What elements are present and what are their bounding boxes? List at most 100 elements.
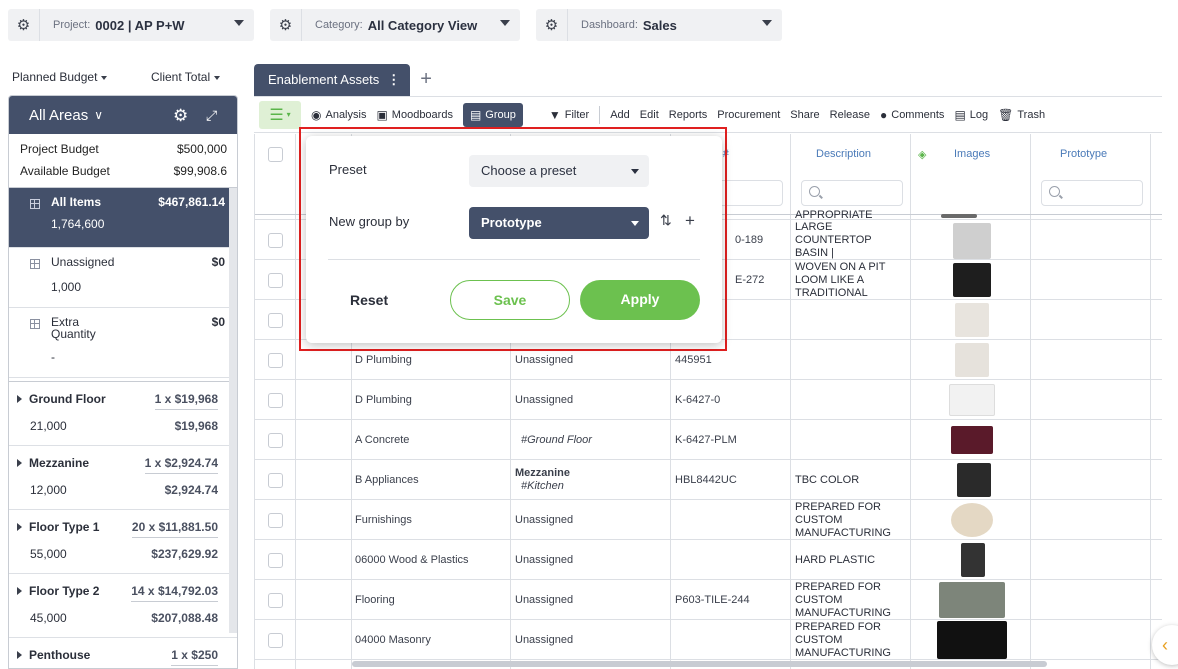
- tab-enablement-assets[interactable]: Enablement Assets ⋮: [254, 64, 411, 96]
- filter-button[interactable]: ▼ Filter: [549, 108, 589, 122]
- client-total-dropdown[interactable]: Client Total: [151, 70, 221, 84]
- apply-button[interactable]: Apply: [580, 280, 700, 320]
- prototype-search-input[interactable]: [1041, 180, 1143, 206]
- save-button[interactable]: Save: [450, 280, 570, 320]
- reset-button[interactable]: Reset: [350, 292, 388, 308]
- area-item-extra-quantity[interactable]: Extra Quantity $0 -: [9, 308, 237, 378]
- preset-dropdown[interactable]: Choose a preset: [469, 155, 649, 187]
- moodboards-button[interactable]: ▣ Moodboards: [376, 108, 453, 122]
- row-model: HBL8442UC: [675, 474, 737, 486]
- gear-icon[interactable]: ⚙: [270, 9, 302, 41]
- product-image[interactable]: [951, 503, 993, 537]
- row-checkbox[interactable]: [268, 273, 283, 288]
- areas-title: All Areas: [29, 106, 89, 124]
- share-button[interactable]: Share: [790, 109, 819, 121]
- more-icon[interactable]: ⋮: [387, 64, 400, 96]
- expand-icon[interactable]: ⤢: [206, 107, 217, 124]
- areas-header[interactable]: All Areas ∨ ⚙ ⤢: [9, 96, 237, 134]
- row-checkbox[interactable]: [268, 633, 283, 648]
- description-search-input[interactable]: [801, 180, 903, 206]
- dashboard-label: Dashboard:: [581, 19, 638, 31]
- hamburger-icon: ☰: [269, 106, 284, 124]
- product-image[interactable]: [953, 223, 991, 259]
- product-image[interactable]: [937, 621, 1007, 659]
- project-selector[interactable]: ⚙ Project: 0002 | AP P+W: [8, 9, 254, 41]
- procurement-button[interactable]: Procurement: [717, 109, 780, 121]
- row-checkbox[interactable]: [268, 433, 283, 448]
- header-prototype[interactable]: Prototype: [1060, 148, 1107, 160]
- add-tab-icon[interactable]: +: [420, 64, 432, 96]
- log-button[interactable]: ▤ Log: [954, 108, 988, 122]
- product-image[interactable]: [953, 263, 991, 297]
- floor-item[interactable]: Mezzanine 1 x $2,924.74 12,000 $2,924.74: [9, 446, 237, 510]
- product-image[interactable]: [939, 582, 1005, 618]
- planned-budget-dropdown[interactable]: Planned Budget: [12, 70, 108, 84]
- moodboards-label: Moodboards: [391, 108, 453, 121]
- row-model: K-6427-PLM: [675, 434, 737, 446]
- table-row[interactable]: 06000 Wood & Plastics Unassigned HARD PL…: [255, 540, 1162, 580]
- analysis-button[interactable]: ◉ Analysis: [311, 108, 366, 122]
- group-button[interactable]: ▤ Group: [462, 102, 523, 127]
- row-area: Unassigned: [515, 394, 574, 406]
- chevron-down-icon: [762, 20, 772, 26]
- product-image[interactable]: [957, 463, 991, 497]
- row-checkbox[interactable]: [268, 553, 283, 568]
- floor-item[interactable]: Floor Type 2 14 x $14,792.03 45,000 $207…: [9, 574, 237, 638]
- product-image[interactable]: [955, 343, 989, 377]
- floor-item[interactable]: Floor Type 1 20 x $11,881.50 55,000 $237…: [9, 510, 237, 574]
- category-selector[interactable]: ⚙ Category: All Category View: [270, 9, 520, 41]
- product-image[interactable]: [955, 303, 989, 337]
- comments-button[interactable]: ● Comments: [880, 108, 944, 122]
- reports-button[interactable]: Reports: [669, 109, 708, 121]
- gear-icon[interactable]: ⚙: [536, 9, 568, 41]
- caret-right-icon[interactable]: [17, 523, 22, 531]
- edit-button[interactable]: Edit: [640, 109, 659, 121]
- chevron-down-icon[interactable]: ∨: [94, 108, 103, 122]
- group-by-dropdown[interactable]: Prototype: [469, 207, 649, 239]
- row-checkbox[interactable]: [268, 513, 283, 528]
- table-horizontal-scrollbar[interactable]: [352, 661, 1047, 667]
- sort-icon[interactable]: ⇅: [660, 212, 672, 229]
- settings-icon[interactable]: ⚙: [173, 106, 188, 126]
- caret-right-icon[interactable]: [17, 651, 22, 659]
- product-image[interactable]: [941, 214, 977, 218]
- table-row[interactable]: A Concrete #Ground Floor K-6427-PLM: [255, 420, 1162, 460]
- trash-button[interactable]: 🗑 Trash: [998, 108, 1045, 122]
- menu-button[interactable]: ☰ ▾: [259, 100, 301, 129]
- release-button[interactable]: Release: [830, 109, 870, 121]
- floor-item[interactable]: Penthouse 1 x $250: [9, 638, 237, 668]
- area-item-unassigned[interactable]: Unassigned $0 1,000: [9, 248, 237, 308]
- row-checkbox[interactable]: [268, 353, 283, 368]
- chevron-down-icon: [101, 75, 108, 80]
- product-image[interactable]: [951, 426, 993, 454]
- table-row[interactable]: Furnishings Unassigned PREPARED FOR CUST…: [255, 500, 1162, 540]
- table-row[interactable]: D Plumbing Unassigned K-6427-0: [255, 380, 1162, 420]
- dashboard-selector[interactable]: ⚙ Dashboard: Sales: [536, 9, 782, 41]
- table-row[interactable]: B Appliances Mezzanine #Kitchen HBL8442U…: [255, 460, 1162, 500]
- product-image[interactable]: [961, 543, 985, 577]
- product-image[interactable]: [949, 384, 995, 416]
- area-item-qty: -: [51, 350, 55, 364]
- caret-right-icon[interactable]: [17, 587, 22, 595]
- select-all-checkbox[interactable]: [268, 147, 283, 162]
- sidebar-scrollbar[interactable]: [229, 188, 237, 633]
- group-label: Group: [485, 108, 516, 121]
- table-row[interactable]: 04000 Masonry Unassigned PREPARED FOR CU…: [255, 620, 1162, 660]
- row-checkbox[interactable]: [268, 393, 283, 408]
- add-icon[interactable]: +: [685, 211, 695, 231]
- row-checkbox[interactable]: [268, 593, 283, 608]
- area-item-all[interactable]: All Items $467,861.14 1,764,600: [9, 188, 237, 248]
- caret-right-icon[interactable]: [17, 395, 22, 403]
- header-images[interactable]: Images: [954, 148, 990, 160]
- row-checkbox[interactable]: [268, 233, 283, 248]
- floor-total: $237,629.92: [151, 547, 218, 561]
- gear-icon[interactable]: ⚙: [8, 9, 40, 41]
- header-description[interactable]: Description: [816, 148, 871, 160]
- floor-total: $19,968: [174, 419, 218, 433]
- add-button[interactable]: Add: [610, 109, 630, 121]
- caret-right-icon[interactable]: [17, 459, 22, 467]
- floor-item[interactable]: Ground Floor 1 x $19,968 21,000 $19,968: [9, 382, 237, 446]
- table-row[interactable]: Flooring Unassigned P603-TILE-244 PREPAR…: [255, 580, 1162, 620]
- row-checkbox[interactable]: [268, 473, 283, 488]
- row-checkbox[interactable]: [268, 313, 283, 328]
